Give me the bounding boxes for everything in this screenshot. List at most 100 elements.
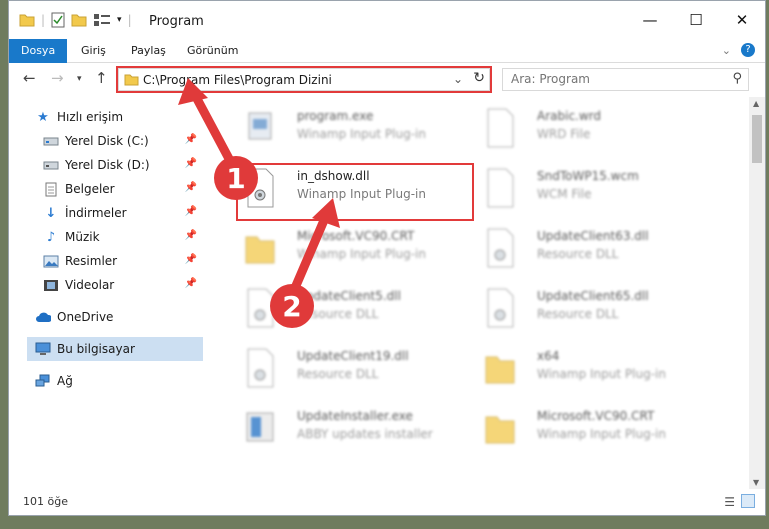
details-view-icon[interactable]: ☰	[724, 495, 735, 509]
tab-dosya[interactable]: Dosya	[9, 39, 67, 63]
sidebar-item-onedrive[interactable]: OneDrive	[35, 305, 229, 329]
pin-icon[interactable]: 📌	[185, 254, 197, 265]
file-name: Microsoft.VC90.CRT	[297, 229, 415, 243]
forward-arrow-icon[interactable]: →	[51, 69, 64, 87]
sidebar-item-documents[interactable]: Belgeler 📌	[43, 177, 203, 201]
address-row: ← → ▾ ↑ C:\Program Files\Program Dizini …	[9, 63, 765, 95]
customize-dropdown-icon[interactable]: ▾	[117, 15, 122, 25]
close-button[interactable]: ✕	[719, 1, 765, 39]
pin-icon[interactable]: 📌	[185, 158, 197, 169]
file-tile[interactable]: x64 Winamp Input Plug-in	[463, 339, 703, 395]
file-description: Winamp Input Plug-in	[297, 247, 426, 261]
sidebar-item-label: Belgeler	[65, 182, 115, 196]
file-name: program.exe	[297, 109, 374, 123]
file-tile[interactable]: UpdateClient19.dll Resource DLL	[223, 339, 463, 395]
file-description: Resource DLL	[537, 247, 619, 261]
recent-dropdown-icon[interactable]: ▾	[77, 74, 82, 84]
blank-file-icon	[487, 108, 514, 148]
dll-file-icon	[487, 288, 514, 328]
file-description: Resource DLL	[537, 307, 619, 321]
sidebar-item-label: Bu bilgisayar	[57, 342, 135, 356]
dll-file-icon	[247, 348, 274, 388]
view-icon[interactable]	[93, 13, 111, 27]
toolbar-divider: |	[41, 13, 46, 27]
tab-gorunum[interactable]: Görünüm	[175, 39, 250, 63]
folder-icon	[245, 236, 275, 264]
file-tile[interactable]: Microsoft.VC90.CRT Winamp Input Plug-in	[463, 399, 703, 455]
maximize-button[interactable]: ☐	[673, 1, 719, 39]
back-arrow-icon[interactable]: ←	[23, 69, 36, 87]
file-tile[interactable]: Arabic.wrd WRD File	[463, 99, 703, 155]
title-bar: | ▾ | Program — ☐ ✕	[9, 1, 765, 39]
file-description: Winamp Input Plug-in	[297, 127, 426, 141]
video-icon	[43, 277, 59, 293]
item-count: 101 öğe	[23, 495, 68, 508]
minimize-button[interactable]: —	[627, 1, 673, 39]
folder-icon	[19, 14, 35, 27]
scroll-thumb[interactable]	[752, 115, 762, 163]
search-input[interactable]	[511, 72, 711, 86]
drive-icon	[43, 133, 59, 149]
pin-icon[interactable]: 📌	[185, 278, 197, 289]
sidebar-item-pictures[interactable]: Resimler 📌	[43, 249, 203, 273]
sidebar-item-label: Ağ	[57, 374, 73, 388]
document-icon	[43, 181, 59, 197]
sidebar-item-quick-access[interactable]: ★ Hızlı erişim	[35, 105, 229, 129]
sidebar-item-label: OneDrive	[57, 310, 114, 324]
sidebar-item-disk-c[interactable]: Yerel Disk (C:) 📌	[43, 129, 203, 153]
folder-icon	[485, 356, 515, 384]
computer-icon	[35, 341, 51, 357]
file-description: WRD File	[537, 127, 591, 141]
file-description: Winamp Input Plug-in	[537, 427, 666, 441]
up-arrow-icon[interactable]: ↑	[95, 69, 108, 87]
sidebar-item-label: Videolar	[65, 278, 115, 292]
file-name: UpdateClient63.dll	[537, 229, 649, 243]
scroll-up-icon[interactable]: ▲	[753, 99, 759, 108]
tiles-view-icon[interactable]	[741, 494, 755, 508]
sidebar-item-downloads[interactable]: ↓ İndirmeler 📌	[43, 201, 203, 225]
vertical-scrollbar[interactable]: ▲ ▼	[749, 97, 765, 489]
sidebar-item-label: Resimler	[65, 254, 118, 268]
sidebar-item-this-pc[interactable]: Bu bilgisayar	[27, 337, 203, 361]
file-name: Arabic.wrd	[537, 109, 602, 123]
new-folder-icon[interactable]	[71, 13, 87, 27]
status-bar: 101 öğe ☰	[9, 491, 765, 515]
step-badge-1: 1	[214, 156, 258, 200]
file-description: Resource DLL	[297, 367, 379, 381]
file-tile[interactable]: UpdateInstaller.exe ABBY updates install…	[223, 399, 463, 455]
chevron-down-icon[interactable]: ⌄	[722, 44, 731, 57]
dll-file-icon	[487, 228, 514, 268]
network-icon	[35, 373, 51, 389]
quick-access-toolbar: | ▾ |	[19, 12, 132, 28]
tab-paylas[interactable]: Paylaş	[119, 39, 178, 63]
pin-icon[interactable]: 📌	[185, 206, 197, 217]
pictures-icon	[43, 253, 59, 269]
tab-giris[interactable]: Giriş	[69, 39, 118, 63]
window-title: Program	[149, 14, 204, 29]
pin-icon[interactable]: 📌	[185, 134, 197, 145]
sidebar-item-disk-d[interactable]: Yerel Disk (D:) 📌	[43, 153, 203, 177]
file-description: Winamp Input Plug-in	[537, 367, 666, 381]
search-box[interactable]: ⚲	[502, 68, 749, 91]
file-name: UpdateClient19.dll	[297, 349, 409, 363]
file-tile[interactable]: UpdateClient65.dll Resource DLL	[463, 279, 703, 335]
file-tile[interactable]: Microsoft.VC90.CRT Winamp Input Plug-in	[223, 219, 463, 275]
sidebar-item-music[interactable]: ♪ Müzik 📌	[43, 225, 203, 249]
help-icon[interactable]: ?	[741, 43, 755, 57]
pin-icon[interactable]: 📌	[185, 182, 197, 193]
sidebar-item-videos[interactable]: Videolar 📌	[43, 273, 203, 297]
scroll-down-icon[interactable]: ▼	[753, 478, 759, 487]
explorer-window: | ▾ | Program — ☐ ✕ Dosya Giriş Paylaş G…	[8, 0, 766, 516]
pin-icon[interactable]: 📌	[185, 230, 197, 241]
sidebar-item-network[interactable]: Ağ	[35, 369, 229, 393]
file-tile[interactable]: UpdateClient5.dll Resource DLL	[223, 279, 463, 335]
properties-icon[interactable]	[51, 12, 65, 28]
search-icon[interactable]: ⚲	[732, 71, 742, 86]
file-tile[interactable]: UpdateClient63.dll Resource DLL	[463, 219, 703, 275]
file-tile[interactable]: program.exe Winamp Input Plug-in	[223, 99, 463, 155]
sidebar-item-label: Hızlı erişim	[57, 110, 124, 124]
cloud-icon	[35, 309, 51, 325]
ribbon-controls: ⌄ ?	[722, 43, 755, 57]
file-name: SndToWP15.wcm	[537, 169, 639, 183]
file-tile[interactable]: SndToWP15.wcm WCM File	[463, 159, 703, 215]
